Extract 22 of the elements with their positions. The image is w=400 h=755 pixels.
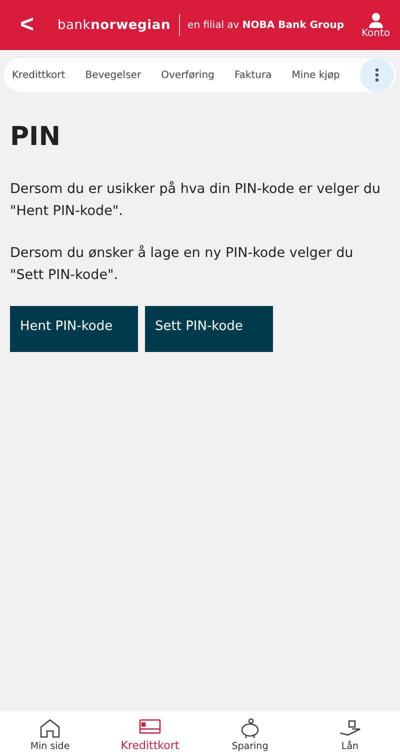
- more-button[interactable]: [360, 58, 394, 92]
- nav-tab[interactable]: Kredittkort: [100, 711, 200, 755]
- instruction-text: Dersom du ønsker å lage en ny PIN-kode velger du "Sett PIN-kode".: [10, 244, 354, 285]
- back-button[interactable]: <: [14, 11, 40, 39]
- nav-tab[interactable]: Sparing: [200, 711, 300, 755]
- tagline: en filial av NOBA Bank Group: [188, 20, 344, 30]
- nav-tab[interactable]: Min side: [0, 711, 100, 755]
- subnav-link[interactable]: Kredittkort: [12, 70, 66, 80]
- subnav-link[interactable]: Bevegelser: [85, 70, 142, 80]
- account-button[interactable]: Konto: [361, 12, 390, 38]
- user-icon: [368, 12, 384, 28]
- subnav-link[interactable]: Overføring: [161, 70, 214, 80]
- house-icon: [38, 717, 62, 739]
- subnav-link[interactable]: Mine kjøp: [292, 70, 340, 80]
- pin-button[interactable]: Hent PIN-kode: [10, 306, 138, 352]
- subnav-link[interactable]: Faktura: [234, 70, 272, 80]
- nav-tab[interactable]: Lån: [300, 711, 400, 755]
- more-vertical-icon: [374, 68, 379, 82]
- page-title: PIN: [10, 122, 62, 152]
- instruction-text: Dersom du er usikker på hva din PIN-kode er velger du "Hent PIN-kode".: [10, 180, 382, 221]
- bank-logo: banknorwegian: [57, 18, 171, 32]
- pin-button[interactable]: Sett PIN-kode: [145, 306, 273, 352]
